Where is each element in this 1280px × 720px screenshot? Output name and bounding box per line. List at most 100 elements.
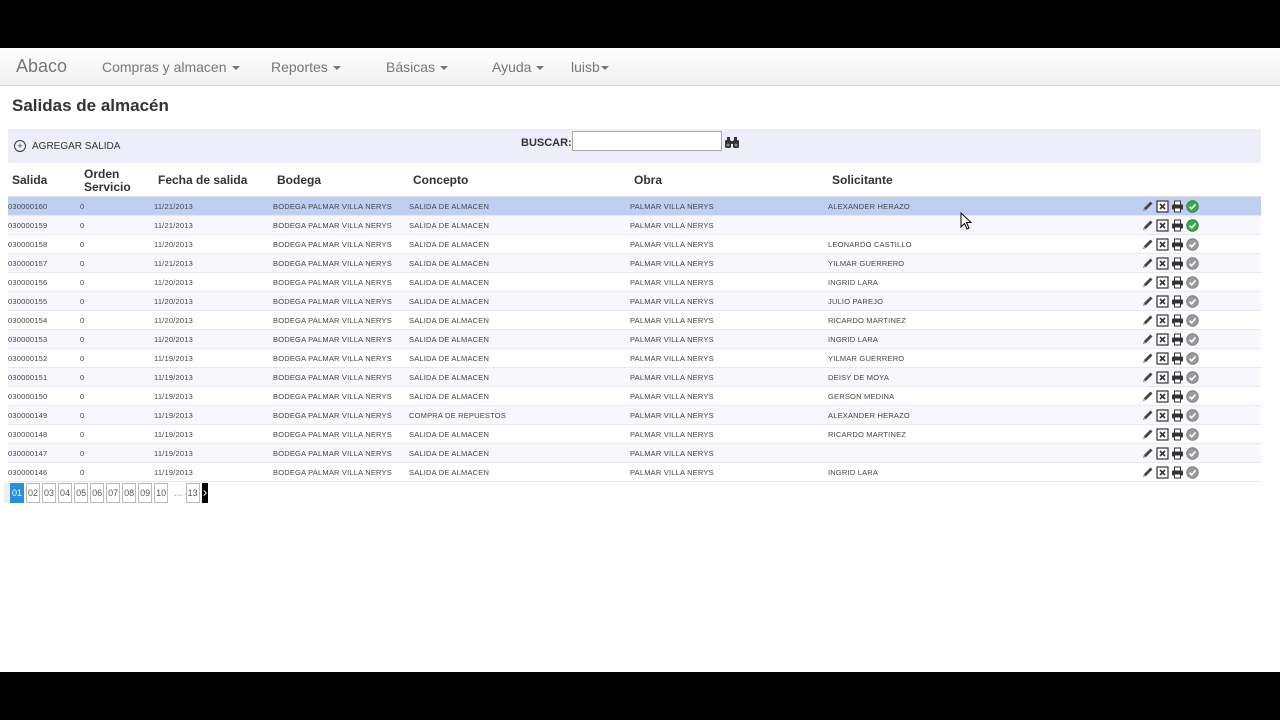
x-box-icon[interactable] [1156,427,1169,441]
x-box-icon[interactable] [1156,446,1169,460]
table-row[interactable]: 030000160 0 11/21/2013 BODEGA PALMAR VILLA … [8,196,1261,216]
nav-compras-y-almacen[interactable]: Compras y almacen [102,59,240,75]
x-box-icon[interactable] [1156,313,1169,327]
x-box-icon[interactable] [1156,408,1169,422]
pencil-icon[interactable] [1141,238,1154,251]
x-box-icon[interactable] [1156,351,1169,365]
table-row[interactable]: 030000149 0 11/19/2013 BODEGA PALMAR VILLA … [8,405,1261,425]
check-circle-icon[interactable] [1186,351,1199,365]
x-box-icon[interactable] [1156,370,1169,384]
next-page-button[interactable] [201,483,208,503]
page-button[interactable]: 07 [106,483,121,503]
printer-icon[interactable] [1171,257,1184,270]
table-row[interactable]: 030000151 0 11/19/2013 BODEGA PALMAR VILLA … [8,367,1261,387]
page-button[interactable]: 09 [138,483,153,503]
printer-icon[interactable] [1171,409,1184,422]
pencil-icon[interactable] [1141,466,1154,479]
page-button[interactable]: 02 [26,483,41,503]
pencil-icon[interactable] [1141,314,1154,327]
check-circle-icon[interactable] [1186,389,1199,403]
nav-user-menu[interactable]: luisb [571,59,609,75]
check-circle-icon[interactable] [1186,256,1199,270]
printer-icon[interactable] [1171,466,1184,479]
check-circle-icon[interactable] [1186,370,1199,384]
table-row[interactable]: 030000154 0 11/20/2013 BODEGA PALMAR VILLA … [8,310,1261,330]
check-circle-icon[interactable] [1186,427,1199,441]
pencil-icon[interactable] [1141,409,1154,422]
printer-icon[interactable] [1171,447,1184,460]
pencil-icon[interactable] [1141,276,1154,289]
check-circle-icon[interactable] [1186,237,1199,251]
nav-reportes[interactable]: Reportes [271,59,341,75]
check-circle-icon[interactable] [1186,218,1199,232]
nav-basicas[interactable]: Básicas [386,59,449,75]
check-circle-icon[interactable] [1186,332,1199,346]
col-header-salida[interactable]: Salida [8,165,80,197]
check-circle-icon[interactable] [1186,294,1199,308]
printer-icon[interactable] [1171,200,1184,213]
check-circle-icon[interactable] [1186,465,1199,479]
check-circle-icon[interactable] [1186,313,1199,327]
table-row[interactable]: 030000150 0 11/19/2013 BODEGA PALMAR VILLA … [8,386,1261,406]
printer-icon[interactable] [1171,314,1184,327]
check-circle-icon[interactable] [1186,408,1199,422]
table-row[interactable]: 030000147 0 11/19/2013 BODEGA PALMAR VILLA … [8,443,1261,463]
pencil-icon[interactable] [1141,295,1154,308]
page-button[interactable]: 01 [10,483,25,503]
printer-icon[interactable] [1171,428,1184,441]
col-header-bodega[interactable]: Bodega [273,165,409,197]
search-input[interactable] [572,131,722,151]
printer-icon[interactable] [1171,276,1184,289]
printer-icon[interactable] [1171,295,1184,308]
x-box-icon[interactable] [1156,237,1169,251]
x-box-icon[interactable] [1156,218,1169,232]
x-box-icon[interactable] [1156,199,1169,213]
printer-icon[interactable] [1171,238,1184,251]
check-circle-icon[interactable] [1186,446,1199,460]
printer-icon[interactable] [1171,333,1184,346]
page-button[interactable]: 05 [74,483,89,503]
table-row[interactable]: 030000152 0 11/19/2013 BODEGA PALMAR VILLA … [8,348,1261,368]
pencil-icon[interactable] [1141,200,1154,213]
pencil-icon[interactable] [1141,428,1154,441]
table-row[interactable]: 030000159 0 11/21/2013 BODEGA PALMAR VILLA … [8,215,1261,235]
table-row[interactable]: 030000146 0 11/19/2013 BODEGA PALMAR VILLA … [8,462,1261,482]
table-row[interactable]: 030000153 0 11/20/2013 BODEGA PALMAR VILLA … [8,329,1261,349]
check-circle-icon[interactable] [1186,275,1199,289]
x-box-icon[interactable] [1156,389,1169,403]
binoculars-icon[interactable] [724,137,740,149]
x-box-icon[interactable] [1156,294,1169,308]
brand-logo[interactable]: Abaco [16,56,67,77]
col-header-obra[interactable]: Obra [630,165,828,197]
printer-icon[interactable] [1171,390,1184,403]
x-box-icon[interactable] [1156,332,1169,346]
nav-ayuda[interactable]: Ayuda [492,59,545,75]
printer-icon[interactable] [1171,219,1184,232]
pencil-icon[interactable] [1141,390,1154,403]
col-header-concepto[interactable]: Concepto [409,165,630,197]
table-row[interactable]: 030000157 0 11/21/2013 BODEGA PALMAR VILLA … [8,253,1261,273]
printer-icon[interactable] [1171,371,1184,384]
pencil-icon[interactable] [1141,257,1154,270]
table-row[interactable]: 030000158 0 11/20/2013 BODEGA PALMAR VILLA … [8,234,1261,254]
add-salida-button[interactable]: + AGREGAR SALIDA [14,140,120,152]
x-box-icon[interactable] [1156,465,1169,479]
page-button[interactable]: 03 [42,483,57,503]
page-button[interactable]: 10 [154,483,169,503]
last-page-button[interactable]: 13 [185,483,200,503]
pencil-icon[interactable] [1141,352,1154,365]
col-header-solicitante[interactable]: Solicitante [828,165,1118,197]
x-box-icon[interactable] [1156,275,1169,289]
check-circle-icon[interactable] [1186,199,1199,213]
pencil-icon[interactable] [1141,219,1154,232]
col-header-fecha[interactable]: Fecha de salida [154,165,273,197]
pencil-icon[interactable] [1141,333,1154,346]
table-row[interactable]: 030000155 0 11/20/2013 BODEGA PALMAR VILLA … [8,291,1261,311]
page-button[interactable]: 04 [58,483,73,503]
table-row[interactable]: 030000156 0 11/20/2013 BODEGA PALMAR VILLA … [8,272,1261,292]
col-header-orden-servicio[interactable]: Orden Servicio [80,165,154,197]
page-button[interactable]: 08 [122,483,137,503]
pencil-icon[interactable] [1141,447,1154,460]
table-row[interactable]: 030000148 0 11/19/2013 BODEGA PALMAR VILLA … [8,424,1261,444]
pencil-icon[interactable] [1141,371,1154,384]
